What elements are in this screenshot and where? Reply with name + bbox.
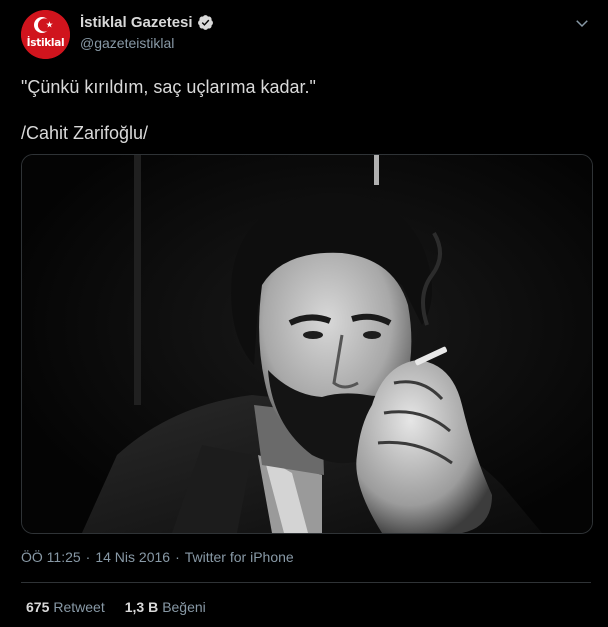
tweet-time[interactable]: ÖÖ 11:25: [21, 549, 81, 565]
tweet-text: "Çünkü kırıldım, saç uçlarıma kadar." /C…: [21, 76, 316, 145]
meta-separator: ·: [175, 549, 180, 565]
meta-separator: ·: [85, 549, 91, 565]
like-count: 1,3 B: [124, 599, 159, 615]
tweet-text-line: "Çünkü kırıldım, saç uçlarıma kadar.": [21, 77, 316, 97]
retweet-stat[interactable]: 675 Retweet: [26, 599, 105, 615]
tweet-text-line: /Cahit Zarifoğlu/: [21, 123, 149, 143]
retweet-count: 675: [26, 599, 50, 615]
tweet-card: İstiklal İstiklal Gazetesi @gazeteistikl…: [0, 0, 608, 627]
avatar[interactable]: İstiklal: [21, 10, 70, 59]
account-handle[interactable]: @gazeteistiklal: [80, 35, 174, 51]
retweet-label: Retweet: [53, 599, 105, 615]
avatar-label: İstiklal: [26, 37, 65, 49]
display-name[interactable]: İstiklal Gazetesi: [80, 14, 193, 31]
tweet-text-gap: [21, 99, 316, 122]
tweet-stats: 675 Retweet 1,3 B Beğeni: [26, 599, 226, 615]
tweet-meta: ÖÖ 11:25 · 14 Nis 2016 · Twitter for iPh…: [21, 549, 294, 565]
portrait-photo-icon: [22, 155, 592, 533]
crescent-star-icon: [21, 10, 70, 59]
tweet-source[interactable]: Twitter for iPhone: [185, 549, 294, 565]
like-label: Beğeni: [162, 599, 206, 615]
tweet-photo[interactable]: [21, 154, 593, 534]
name-row: İstiklal Gazetesi: [80, 14, 214, 31]
tweet-date[interactable]: 14 Nis 2016: [95, 549, 170, 565]
like-stat[interactable]: 1,3 B Beğeni: [125, 599, 206, 615]
divider: [21, 582, 591, 583]
chevron-down-icon[interactable]: [573, 14, 591, 32]
verified-badge-icon: [197, 15, 213, 30]
